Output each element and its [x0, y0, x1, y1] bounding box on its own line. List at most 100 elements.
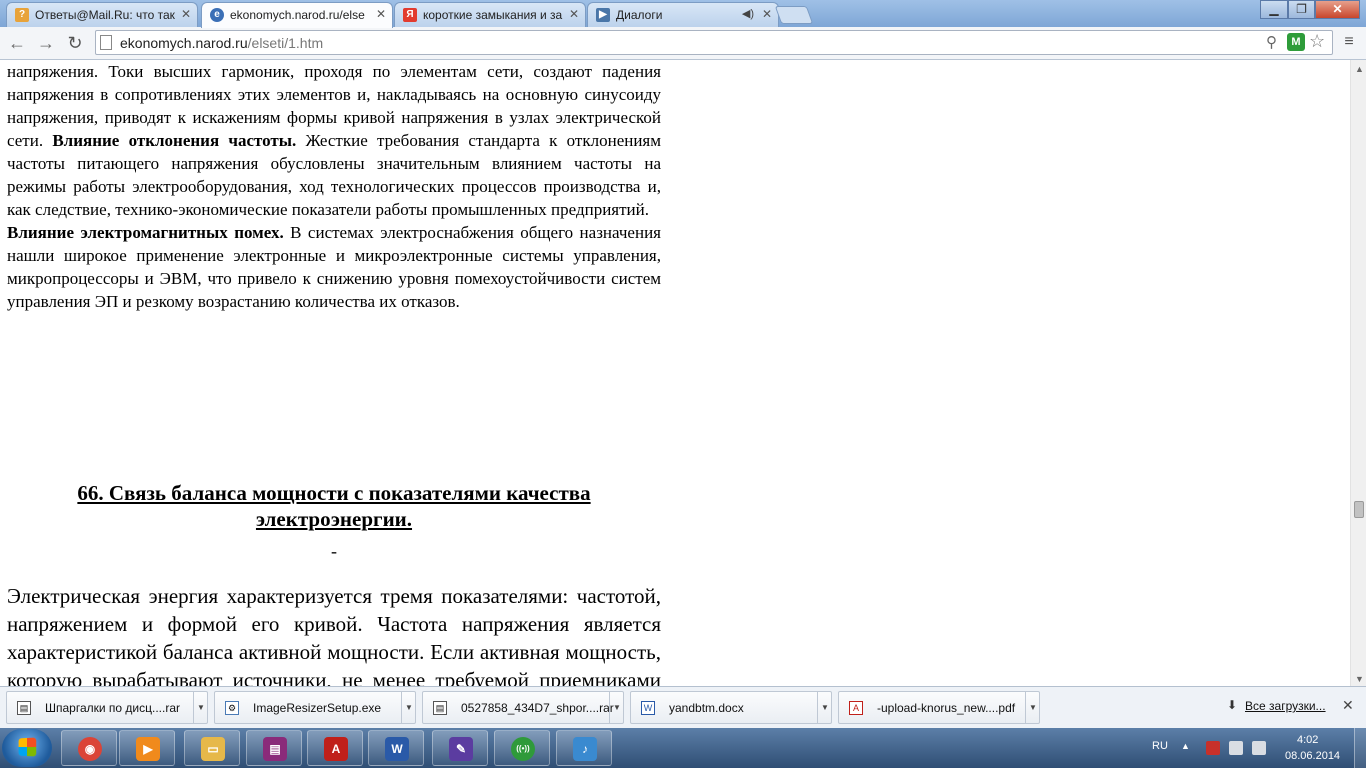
windows-taskbar: ◉ ▶ ▭ ▤ A W ✎ ((•)) ♪ RU ▲ 4:02 08.06.20…: [0, 728, 1366, 768]
narod-favicon-icon: e: [210, 8, 224, 22]
download-item[interactable]: ▤ Шпаргалки по дисц....rar ▼: [6, 691, 208, 724]
extension-icon[interactable]: M: [1287, 33, 1305, 51]
windows-logo-icon: [18, 737, 37, 757]
download-item[interactable]: ⚙ ImageResizerSetup.exe ▼: [214, 691, 416, 724]
word-icon: W: [385, 737, 409, 761]
clock-date[interactable]: 08.06.2014: [1285, 750, 1340, 762]
taskbar-app[interactable]: ▤: [246, 730, 302, 766]
url-text[interactable]: ekonomych.narod.ru/elseti/1.htm: [120, 35, 323, 51]
close-icon[interactable]: ✕: [762, 7, 772, 21]
maximize-button[interactable]: ❐: [1288, 0, 1315, 19]
download-name: 0527858_434D7_shpor....rar: [461, 701, 614, 715]
article: напряжения. Токи высших гармоник, проход…: [7, 60, 661, 686]
window-close-button[interactable]: ✕: [1315, 0, 1360, 19]
menu-icon[interactable]: ≡: [1340, 33, 1358, 51]
tab-dialogs[interactable]: ▶ Диалоги ◀) ✕: [587, 2, 779, 27]
chevron-down-icon[interactable]: ▼: [401, 691, 416, 724]
antivirus-tray-icon[interactable]: [1206, 741, 1220, 755]
language-indicator[interactable]: RU: [1152, 740, 1168, 752]
url-path: /elseti/1.htm: [247, 35, 324, 51]
tab-title: короткие замыкания и за: [423, 8, 563, 22]
feather-app-icon: ✎: [449, 737, 473, 761]
page-viewport: напряжения. Токи высших гармоник, проход…: [0, 60, 1350, 686]
tab-title: Ответы@Mail.Ru: что так: [35, 8, 175, 22]
taskbar-app[interactable]: ((•)): [494, 730, 550, 766]
download-name: -upload-knorus_new....pdf: [877, 701, 1016, 715]
media-player-icon: ▶: [136, 737, 160, 761]
vk-favicon-icon: ▶: [596, 8, 610, 22]
download-shelf: ▤ Шпаргалки по дисц....rar ▼ ⚙ ImageResi…: [0, 686, 1366, 728]
zoom-icon[interactable]: ⚲: [1266, 33, 1277, 51]
taskbar-app[interactable]: A: [307, 730, 363, 766]
close-icon[interactable]: ✕: [181, 7, 191, 21]
chevron-down-icon[interactable]: ▼: [817, 691, 832, 724]
scroll-down-icon[interactable]: ▼: [1355, 674, 1364, 684]
mail-answers-favicon-icon: ?: [15, 8, 29, 22]
paragraph-emi: Влияние электромагнитных помех. В систем…: [7, 221, 661, 313]
para2-bold: Влияние электромагнитных помех.: [7, 223, 284, 242]
section-heading: 66. Связь баланса мощности с показателям…: [77, 481, 591, 531]
chevron-down-icon[interactable]: ▼: [1025, 691, 1040, 724]
paragraph-power-balance: Электрическая энергия характеризуется тр…: [7, 584, 661, 686]
radio-app-icon: ((•)): [511, 737, 535, 761]
paragraph-harmonics: напряжения. Токи высших гармоник, проход…: [7, 60, 661, 221]
minimize-button[interactable]: ▁: [1260, 0, 1288, 19]
tab-ekonomych[interactable]: e ekonomych.narod.ru/else ✕: [201, 2, 393, 28]
download-item[interactable]: ▤ 0527858_434D7_shpor....rar ▼: [422, 691, 624, 724]
word-document-icon: W: [641, 701, 655, 715]
start-button[interactable]: [2, 729, 52, 767]
acrobat-icon: A: [324, 737, 348, 761]
taskbar-app[interactable]: ◉: [61, 730, 117, 766]
archive-icon: ▤: [17, 701, 31, 715]
show-desktop-button[interactable]: [1354, 728, 1366, 768]
bookmark-star-icon[interactable]: ☆: [1309, 31, 1325, 52]
vertical-scrollbar[interactable]: ▲ ▼: [1350, 60, 1366, 686]
back-arrow-icon[interactable]: ←: [6, 32, 28, 54]
taskbar-app[interactable]: ▭: [184, 730, 240, 766]
tab-title: Диалоги: [616, 8, 663, 22]
pdf-icon: A: [849, 701, 863, 715]
new-tab-button[interactable]: [774, 6, 814, 24]
close-shelf-icon[interactable]: ✕: [1342, 697, 1354, 714]
download-name: ImageResizerSetup.exe: [253, 701, 382, 715]
close-icon[interactable]: ✕: [569, 7, 579, 21]
download-item[interactable]: A -upload-knorus_new....pdf ▼: [838, 691, 1040, 724]
tray-expand-icon[interactable]: ▲: [1181, 741, 1190, 751]
taskbar-app[interactable]: ✎: [432, 730, 488, 766]
tab-mail-answers[interactable]: ? Ответы@Mail.Ru: что так ✕: [6, 2, 198, 27]
music-app-icon: ♪: [573, 737, 597, 761]
download-arrow-icon: ⬇: [1227, 698, 1238, 712]
browser-toolbar: ← → ↻ ekonomych.narod.ru/elseti/1.htm ⚲ …: [0, 27, 1366, 60]
page-icon: [100, 35, 112, 50]
taskbar-app[interactable]: ▶: [119, 730, 175, 766]
folder-icon: ▭: [201, 737, 225, 761]
tab-title: ekonomych.narod.ru/else: [230, 8, 365, 22]
chevron-down-icon[interactable]: ▼: [609, 691, 624, 724]
archive-icon: ▤: [433, 701, 447, 715]
network-tray-icon[interactable]: [1229, 741, 1243, 755]
download-name: Шпаргалки по дисц....rar: [45, 701, 181, 715]
download-item[interactable]: W yandbtm.docx ▼: [630, 691, 832, 724]
volume-tray-icon[interactable]: [1252, 741, 1266, 755]
close-icon[interactable]: ✕: [376, 7, 386, 21]
speaker-icon: ◀): [741, 8, 754, 20]
yandex-favicon-icon: Я: [403, 8, 417, 22]
clock-time[interactable]: 4:02: [1297, 734, 1318, 746]
para1-bold: Влияние отклонения частоты.: [52, 131, 297, 150]
chrome-icon: ◉: [78, 737, 102, 761]
taskbar-app[interactable]: W: [368, 730, 424, 766]
tab-strip: ? Ответы@Mail.Ru: что так ✕ e ekonomych.…: [0, 0, 1366, 28]
show-all-downloads-link[interactable]: Все загрузки...: [1245, 699, 1326, 713]
scrollbar-thumb[interactable]: [1354, 501, 1364, 518]
chevron-down-icon[interactable]: ▼: [193, 691, 208, 724]
tab-yandex-search[interactable]: Я короткие замыкания и за ✕: [394, 2, 586, 27]
winrar-icon: ▤: [263, 737, 287, 761]
address-bar[interactable]: ekonomych.narod.ru/elseti/1.htm ⚲ M ☆: [95, 30, 1333, 55]
reload-icon[interactable]: ↻: [64, 32, 86, 54]
scroll-up-icon[interactable]: ▲: [1355, 64, 1364, 74]
taskbar-app[interactable]: ♪: [556, 730, 612, 766]
download-name: yandbtm.docx: [669, 701, 744, 715]
forward-arrow-icon[interactable]: →: [35, 32, 57, 54]
section-dash: -: [331, 541, 337, 561]
url-domain: ekonomych.narod.ru: [120, 35, 248, 51]
